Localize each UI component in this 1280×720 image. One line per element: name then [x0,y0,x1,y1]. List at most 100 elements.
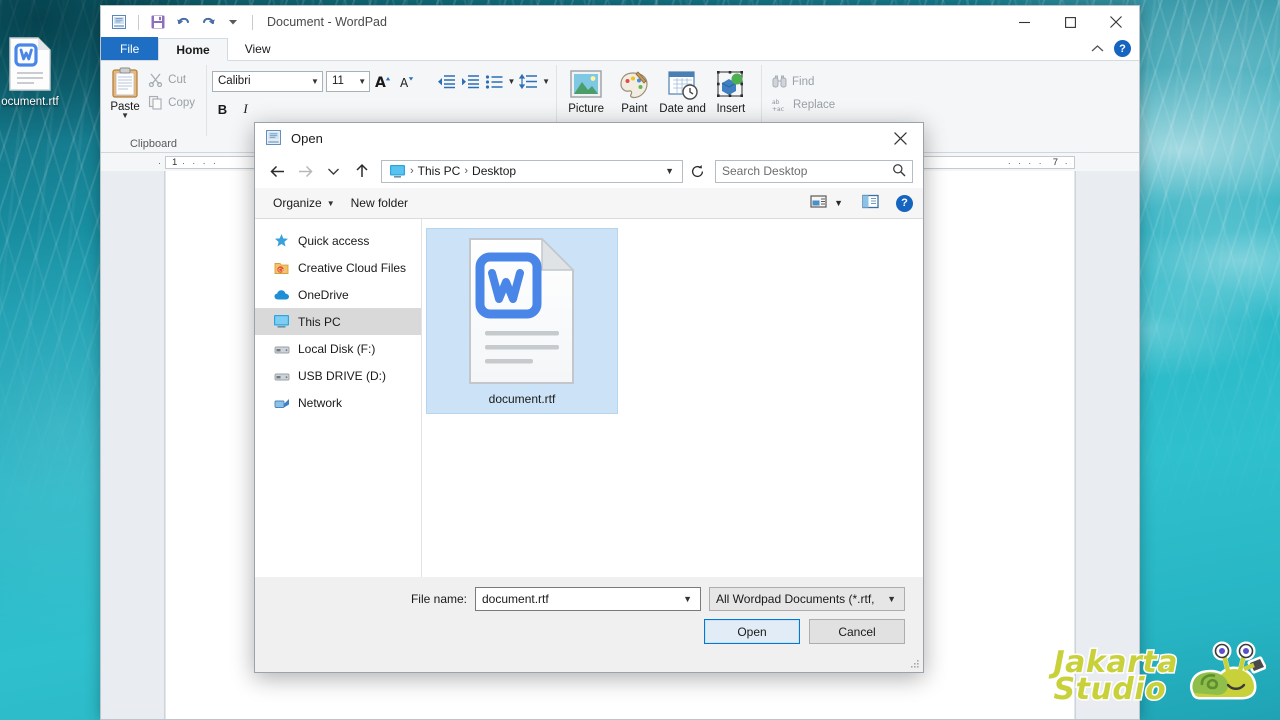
wordpad-document-icon [6,36,54,92]
view-options-icon[interactable] [810,194,827,212]
search-icon[interactable] [892,163,906,180]
bullets-dropdown-caret[interactable]: ▼ [507,77,515,86]
customize-qat-icon[interactable] [223,12,243,32]
sidebar-item-onedrive[interactable]: OneDrive [255,281,421,308]
dialog-command-bar: Organize ▼ New folder ▼ ? [255,188,923,219]
sidebar-label: OneDrive [298,287,349,302]
bold-button[interactable]: B [212,98,233,120]
address-bar[interactable]: › This PC › Desktop ▼ [381,159,683,183]
bullets-icon[interactable] [484,70,505,93]
tab-view[interactable]: View [228,37,288,60]
replace-icon: ab +ac [772,99,784,112]
insert-label: Insert [716,103,746,115]
window-controls [1001,6,1139,38]
chevron-down-icon[interactable]: ▼ [881,594,902,604]
svg-text:Cc: Cc [278,268,284,274]
dialog-close-button[interactable] [877,123,923,154]
this-pc-icon [386,164,409,179]
dialog-footer: File name: document.rtf ▼ All Wordpad Do… [255,577,923,672]
save-icon[interactable] [148,12,168,32]
breadcrumb-item-desktop[interactable]: Desktop [469,164,519,178]
find-label: Find [792,75,815,88]
ribbon-group-clipboard: Paste ▼ Cut Copy Clipboard [101,61,206,152]
recent-locations-icon[interactable] [321,159,346,184]
redo-icon[interactable] [198,12,218,32]
svg-text:A: A [375,75,386,91]
wordpad-title-bar: Document - WordPad [101,6,1139,38]
undo-icon[interactable] [173,12,193,32]
organize-button[interactable]: Organize ▼ [265,192,343,214]
italic-button[interactable]: I [235,98,256,120]
file-name-value: document.rtf [482,592,549,606]
file-list-pane[interactable]: document.rtf [422,219,923,577]
file-type-filter-combo[interactable]: All Wordpad Documents (*.rtf, ▼ [709,587,905,611]
file-name-input[interactable]: document.rtf ▼ [475,587,701,611]
sidebar-label: Quick access [298,233,370,248]
wordpad-app-icon[interactable] [109,12,129,32]
snail-mascot-icon [1184,641,1267,710]
back-button[interactable] [265,159,290,184]
font-family-combo[interactable]: Calibri ▼ [212,70,323,92]
svg-text:A: A [400,76,409,90]
picture-label: Picture [568,103,605,115]
dialog-help-icon[interactable]: ? [896,194,913,212]
breadcrumb-item-this-pc[interactable]: This PC [415,164,464,178]
sidebar-label: This PC [298,314,341,329]
dialog-body: Quick access Cc Creative Cloud Files One… [255,219,923,577]
sidebar-label: Network [298,395,343,410]
resize-grip[interactable] [908,657,920,669]
increase-indent-icon[interactable] [460,70,481,93]
window-title: Document - WordPad [267,15,387,29]
forward-button[interactable] [293,159,318,184]
sidebar-item-usb-drive-d[interactable]: USB DRIVE (D:) [255,362,421,389]
file-item-label: document.rtf [488,392,556,406]
grow-font-icon[interactable]: A [373,70,394,93]
drive-icon [273,367,290,384]
address-dropdown-caret[interactable]: ▼ [659,166,680,176]
file-item-document-rtf[interactable]: document.rtf [426,228,618,414]
chevron-down-icon[interactable]: ▼ [677,594,698,604]
sidebar-label: Creative Cloud Files [298,260,407,275]
refresh-button[interactable] [686,160,709,183]
desktop-icon-document[interactable]: ocument.rtf [0,36,78,108]
shrink-font-icon[interactable]: A [397,70,418,93]
navigation-pane: Quick access Cc Creative Cloud Files One… [255,219,422,577]
preview-pane-icon[interactable] [862,194,879,212]
close-button[interactable] [1093,6,1139,38]
decrease-indent-icon[interactable] [436,70,457,93]
sidebar-item-creative-cloud-files[interactable]: Cc Creative Cloud Files [255,254,421,281]
font-family-value: Calibri [218,75,251,87]
minimize-button[interactable] [1001,6,1047,38]
date-time-label: Date and [659,103,706,115]
help-icon[interactable]: ? [1114,40,1131,57]
up-one-level-button[interactable] [349,159,374,184]
sidebar-item-quick-access[interactable]: Quick access [255,227,421,254]
line-spacing-icon[interactable] [518,70,539,93]
view-options-caret[interactable]: ▼ [834,198,843,208]
tab-home[interactable]: Home [158,38,228,61]
ribbon-tab-right-controls: ? [1091,40,1131,57]
line-spacing-dropdown-caret[interactable]: ▼ [542,77,550,86]
tab-file[interactable]: File [101,37,159,60]
sidebar-label: USB DRIVE (D:) [298,368,387,383]
cancel-button[interactable]: Cancel [809,619,905,644]
paste-button[interactable]: Paste ▼ [107,64,143,136]
organize-label: Organize [273,196,322,210]
collapse-ribbon-icon[interactable] [1091,42,1104,56]
maximize-button[interactable] [1047,6,1093,38]
replace-label: Replace [793,98,836,111]
new-folder-button[interactable]: New folder [343,192,416,214]
page-gutter-left [101,171,165,719]
sidebar-item-network[interactable]: Network [255,389,421,416]
cloud-icon [273,286,290,303]
paste-dropdown-caret[interactable]: ▼ [121,112,129,120]
qat-separator-2 [252,14,253,30]
search-box[interactable]: Search Desktop [715,159,913,183]
sidebar-item-this-pc[interactable]: This PC [255,308,421,335]
sidebar-item-local-disk-f[interactable]: Local Disk (F:) [255,335,421,362]
ribbon-tab-strip: File Home View ? [101,37,1139,61]
font-size-combo[interactable]: 11 ▼ [325,70,371,92]
search-input[interactable]: Search Desktop [722,164,892,178]
open-button[interactable]: Open [704,619,800,644]
replace-button: ab +ac Replace [767,93,865,116]
